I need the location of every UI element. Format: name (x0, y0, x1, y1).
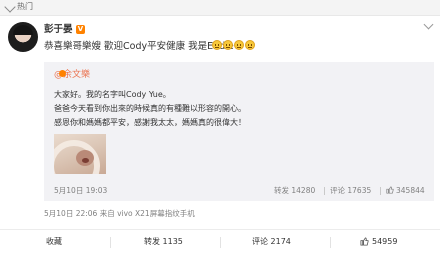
emoji-icon (223, 40, 233, 50)
emoji-group (212, 40, 255, 52)
action-bar: 收藏 转发 1135 评论 2174 54959 (0, 229, 440, 253)
emoji-icon (245, 40, 255, 50)
repost-like-count[interactable]: 345844 (396, 186, 425, 196)
divider (324, 187, 325, 195)
avatar-hair (13, 25, 33, 35)
weibo-post-page: 热门 彭于晏 V 恭喜樂哥樂嫂 歡迎Cody平安健康 我是Eddie @余文樂 … (0, 0, 440, 253)
avatar[interactable] (8, 22, 38, 52)
divider (380, 187, 381, 195)
comment-button[interactable]: 评论 2174 (252, 230, 291, 253)
verified-badge-icon: V (76, 25, 85, 34)
repost-date[interactable]: 5月10日 19:03 (54, 186, 107, 196)
like-count: 54959 (372, 237, 398, 246)
chevron-down-icon[interactable] (4, 1, 16, 13)
favorite-button[interactable]: 收藏 (46, 230, 62, 253)
divider (110, 237, 111, 248)
thumbs-up-icon[interactable] (386, 186, 394, 194)
thumbs-up-icon (360, 237, 369, 246)
emoji-icon (212, 40, 222, 50)
repost-line-3: 感恩你和媽媽都平安，感謝我太太，媽媽真的很偉大！ (54, 118, 246, 127)
post-menu-chevron-icon[interactable] (423, 19, 434, 30)
share-button[interactable]: 转发 1135 (144, 230, 183, 253)
repost-verified-icon (59, 70, 66, 77)
repost-photo[interactable] (54, 134, 106, 174)
author-name[interactable]: 彭于晏 (44, 24, 73, 36)
comment-label: 评论 2174 (252, 237, 291, 246)
section-label: 热门 (17, 2, 33, 11)
repost-comment-count[interactable]: 评论 17635 (330, 186, 371, 196)
post-meta: 5月10日 22:06 来自 vivo X21屏幕指纹手机 (44, 209, 195, 218)
divider (330, 237, 331, 248)
repost-line-2: 爸爸今天看到你出來的時候真的有種難以形容的開心。 (54, 104, 246, 113)
like-button[interactable]: 54959 (360, 230, 397, 253)
top-section-header: 热门 (0, 0, 440, 16)
emoji-icon (234, 40, 244, 50)
divider (220, 237, 221, 248)
share-label: 转发 1135 (144, 237, 183, 246)
repost-share-count[interactable]: 转发 14280 (274, 186, 315, 196)
repost-line-1: 大家好。我的名字叫Cody Yue。 (54, 90, 171, 99)
photo-baby-mouth (82, 158, 89, 163)
post-text: 恭喜樂哥樂嫂 歡迎Cody平安健康 我是Eddie (44, 41, 234, 52)
repost-card[interactable]: @余文樂 大家好。我的名字叫Cody Yue。 爸爸今天看到你出來的時候真的有種… (44, 62, 434, 201)
